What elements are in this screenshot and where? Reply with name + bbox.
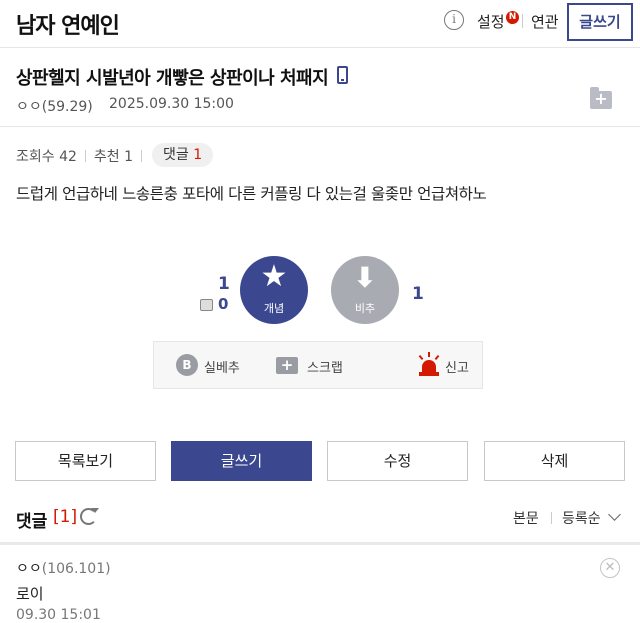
siren-ray bbox=[428, 352, 430, 357]
folder-plus-glyph: + bbox=[594, 89, 608, 108]
comment-text: 로이 bbox=[16, 585, 44, 603]
upvote-button[interactable]: ★ 개념 bbox=[240, 256, 308, 324]
view-count: 조회수 42 bbox=[16, 149, 77, 165]
mobile-icon bbox=[337, 66, 348, 84]
info-icon[interactable]: i bbox=[444, 10, 464, 30]
sort-order-select[interactable]: 등록순 bbox=[562, 508, 601, 528]
header-divider bbox=[522, 14, 523, 28]
arrow-down-icon: ⬇ bbox=[353, 261, 377, 294]
comment-pill-label: 댓글 bbox=[163, 147, 189, 163]
downvote-button[interactable]: ⬇ 비추 bbox=[331, 256, 399, 324]
stats-divider bbox=[141, 150, 143, 162]
recommend-count: 추천 1 bbox=[93, 149, 134, 165]
sort-body-option[interactable]: 본문 bbox=[513, 508, 539, 528]
scrap-button[interactable]: 스크랩 bbox=[307, 357, 343, 376]
downvote-label: 비추 bbox=[354, 302, 376, 315]
comments-divider bbox=[0, 542, 640, 545]
post-author[interactable]: ㅇㅇ(59.29) bbox=[16, 96, 93, 116]
siren-dome bbox=[422, 360, 436, 372]
delete-button[interactable]: 삭제 bbox=[484, 441, 625, 481]
best-icon[interactable]: B bbox=[176, 354, 198, 376]
downvote-count: 1 bbox=[412, 284, 424, 304]
comment-date: 09.30 15:01 bbox=[16, 607, 101, 623]
report-button[interactable]: 신고 bbox=[445, 357, 469, 376]
gallery-title[interactable]: 남자 연예인 bbox=[16, 8, 120, 40]
comment-author-name: ㅇㅇ bbox=[16, 561, 42, 577]
folder-add-icon[interactable]: + bbox=[590, 87, 612, 109]
post-stats: 조회수 42 추천 1 bbox=[16, 146, 150, 166]
fix-vote-icon bbox=[200, 299, 213, 311]
comment-pill-count: 1 bbox=[193, 147, 203, 163]
related-link[interactable]: 연관 bbox=[531, 11, 559, 32]
siren-icon[interactable] bbox=[418, 352, 440, 378]
scrap-icon[interactable]: + bbox=[276, 357, 298, 374]
close-icon[interactable]: ✕ bbox=[600, 558, 620, 578]
siren-ray bbox=[434, 354, 440, 361]
new-badge: N bbox=[506, 11, 519, 24]
fix-vote-count: 0 bbox=[218, 295, 229, 313]
header-write-button[interactable]: 글쓰기 bbox=[567, 3, 633, 41]
post-title: 상판헬지 시발년아 개빻은 상판이나 처패지 bbox=[16, 68, 329, 89]
settings-link[interactable]: 설정 bbox=[477, 11, 505, 32]
post-body: 드럽게 언급하네 느송른충 포타에 다른 커플링 다 있는걸 울좆만 언급쳐하노 bbox=[16, 185, 487, 203]
list-button[interactable]: 목록보기 bbox=[15, 441, 156, 481]
divider bbox=[0, 126, 640, 127]
comment-author[interactable]: ㅇㅇ(106.101) bbox=[16, 558, 111, 578]
upvote-label: 개념 bbox=[263, 302, 285, 315]
comments-title: 댓글 bbox=[16, 512, 48, 532]
gallery-header: 남자 연예인 i 설정 N 연관 글쓰기 bbox=[0, 0, 640, 48]
write-button[interactable]: 글쓰기 bbox=[171, 441, 312, 481]
comments-count: [1] bbox=[53, 507, 78, 527]
siren-ray bbox=[418, 354, 424, 361]
stats-divider bbox=[84, 150, 86, 162]
sort-divider bbox=[551, 512, 552, 524]
edit-button[interactable]: 수정 bbox=[327, 441, 468, 481]
refresh-icon[interactable] bbox=[80, 508, 99, 525]
comment-count-pill[interactable]: 댓글 1 bbox=[152, 143, 214, 167]
upvote-count: 1 bbox=[218, 274, 230, 294]
star-icon: ★ bbox=[260, 259, 288, 294]
chevron-down-icon[interactable] bbox=[608, 508, 621, 521]
comment-author-ip: (106.101) bbox=[41, 561, 111, 577]
post-date: 2025.09.30 15:00 bbox=[109, 96, 234, 112]
siren-base bbox=[419, 372, 439, 376]
best-recommend-button[interactable]: 실베추 bbox=[204, 357, 240, 376]
